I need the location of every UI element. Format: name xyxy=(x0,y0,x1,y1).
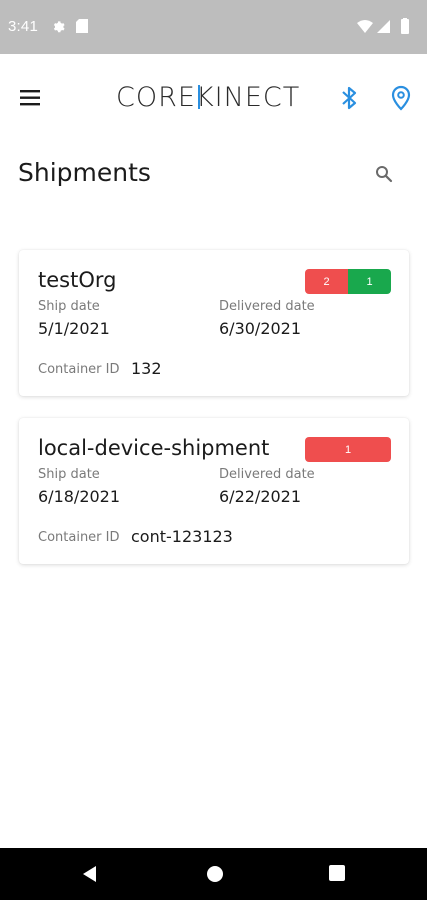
container-id-value: cont-123123 xyxy=(131,527,233,546)
shipment-badges: 2 1 xyxy=(305,269,391,294)
bluetooth-icon[interactable] xyxy=(338,84,360,112)
alert-badge-red: 2 xyxy=(305,269,348,294)
battery-icon xyxy=(401,19,409,34)
logo-text-left: CORE xyxy=(116,82,196,113)
location-pin-icon[interactable] xyxy=(390,84,412,112)
logo-text-k: K xyxy=(196,80,215,116)
menu-icon[interactable] xyxy=(18,86,44,110)
status-right-icons xyxy=(357,18,409,34)
logo-text-right: INECT xyxy=(214,82,301,113)
page-title: Shipments xyxy=(18,158,151,187)
shipment-name: local-device-shipment xyxy=(38,436,270,460)
shipment-card[interactable]: testOrg 2 1 Ship date 5/1/2021 Delivered… xyxy=(19,250,409,396)
alert-badge-red: 1 xyxy=(305,437,391,462)
delivered-date-label: Delivered date xyxy=(219,299,315,314)
shipment-name: testOrg xyxy=(38,268,117,292)
signal-icon xyxy=(377,20,390,33)
delivered-date-value: 6/30/2021 xyxy=(219,319,302,338)
ship-date-value: 6/18/2021 xyxy=(38,487,121,506)
recents-icon[interactable] xyxy=(328,864,346,882)
status-bar: 3:41 xyxy=(0,0,427,54)
delivered-date-value: 6/22/2021 xyxy=(219,487,302,506)
ship-date-label: Ship date xyxy=(38,299,100,314)
search-icon[interactable] xyxy=(372,162,396,186)
back-icon[interactable] xyxy=(80,864,100,884)
container-id-label: Container ID xyxy=(38,362,120,377)
home-icon[interactable] xyxy=(205,864,225,884)
status-time: 3:41 xyxy=(8,18,38,35)
app-logo: COREKINECT xyxy=(116,80,300,116)
system-nav-bar xyxy=(0,848,427,900)
container-id-value: 132 xyxy=(131,359,162,378)
ship-date-value: 5/1/2021 xyxy=(38,319,110,338)
app-toolbar: COREKINECT xyxy=(0,68,427,130)
shipment-card[interactable]: local-device-shipment 1 Ship date 6/18/2… xyxy=(19,418,409,564)
ship-date-label: Ship date xyxy=(38,467,100,482)
shipment-badges: 1 xyxy=(305,437,391,462)
delivered-date-label: Delivered date xyxy=(219,467,315,482)
settings-icon xyxy=(53,21,65,33)
sd-card-icon xyxy=(76,19,88,33)
container-id-label: Container ID xyxy=(38,530,120,545)
wifi-icon xyxy=(357,20,373,33)
alert-badge-green: 1 xyxy=(348,269,391,294)
